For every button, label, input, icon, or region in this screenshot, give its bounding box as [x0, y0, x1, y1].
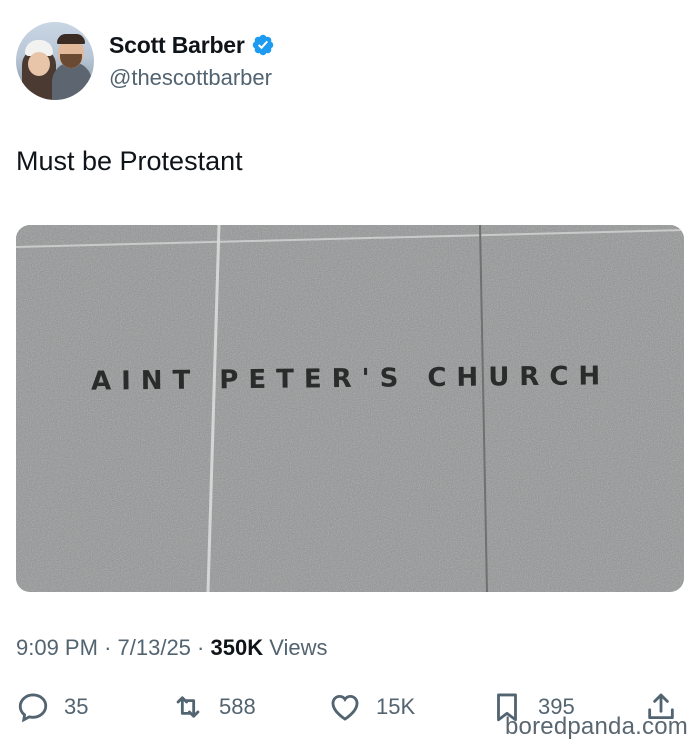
handle[interactable]: @thescottbarber — [109, 65, 275, 91]
tweet-header: Scott Barber @thescottbarber — [16, 22, 275, 100]
retweet-icon — [176, 696, 200, 718]
tweet-text: Must be Protestant — [16, 146, 243, 176]
meta-separator: · — [104, 635, 112, 660]
author-info: Scott Barber @thescottbarber — [109, 32, 275, 91]
views-label: Views — [269, 635, 328, 660]
tweet-photo[interactable]: AINT PETER'S CHURCH — [16, 225, 684, 592]
reply-button[interactable]: 35 — [16, 690, 88, 724]
tweet-time[interactable]: 9:09 PM — [16, 635, 98, 660]
tweet-meta: 9:09 PM · 7/13/25 · 350K Views — [16, 635, 328, 661]
tweet-date[interactable]: 7/13/25 — [118, 635, 191, 660]
display-name[interactable]: Scott Barber — [109, 32, 245, 59]
watermark: boredpanda.com — [505, 713, 688, 740]
avatar[interactable] — [16, 22, 94, 100]
carved-sign-text: AINT PETER'S CHURCH — [91, 361, 611, 396]
like-button[interactable]: 15K — [328, 690, 415, 724]
heart-icon — [331, 694, 359, 721]
views-count: 350K — [210, 635, 264, 660]
reply-icon — [18, 693, 48, 723]
like-count: 15K — [376, 694, 416, 719]
verified-badge-icon — [252, 34, 273, 56]
retweet-button[interactable]: 588 — [171, 690, 256, 724]
meta-separator: · — [197, 635, 205, 660]
reply-count: 35 — [64, 694, 89, 719]
retweet-count: 588 — [219, 694, 256, 719]
